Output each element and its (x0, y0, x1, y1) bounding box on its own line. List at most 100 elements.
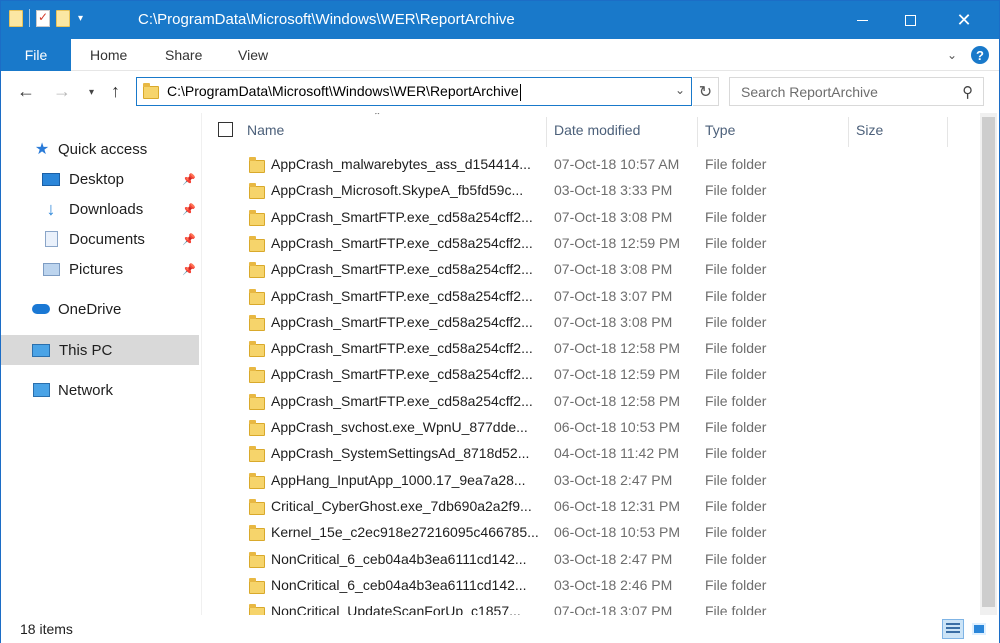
file-type: File folder (705, 392, 767, 409)
help-icon[interactable]: ? (971, 46, 989, 64)
file-row[interactable]: AppCrash_SmartFTP.exe_cd58a254cff2... 07-… (203, 362, 979, 388)
cloud-icon (32, 300, 50, 318)
file-type: File folder (705, 208, 767, 225)
column-header-type[interactable]: Type (705, 122, 735, 138)
properties-icon[interactable] (36, 9, 50, 27)
forward-arrow-icon[interactable]: → (53, 81, 71, 102)
file-row[interactable]: Critical_CyberGhost.exe_7db690a2a2f9... 0… (203, 494, 979, 520)
sidebar-item-quick-access[interactable]: ★ Quick access (1, 134, 199, 164)
column-header-date-modified[interactable]: Date modified (554, 122, 640, 138)
file-row[interactable]: Kernel_15e_c2ec918e27216095c466785... 06-… (203, 520, 979, 546)
pin-icon[interactable]: 📌 (182, 263, 196, 276)
column-header-row: ⌃ Name Date modified Type Size (203, 113, 979, 147)
expand-ribbon-chevron-icon[interactable]: ⌄ (947, 48, 957, 62)
file-row[interactable]: AppCrash_SmartFTP.exe_cd58a254cff2... 07-… (203, 336, 979, 362)
column-divider[interactable] (947, 117, 948, 147)
file-type: File folder (705, 287, 767, 304)
sidebar-item-network[interactable]: Network (1, 375, 199, 405)
column-header-size[interactable]: Size (856, 122, 883, 138)
sidebar-item-this-pc[interactable]: This PC (1, 335, 199, 365)
tab-view[interactable]: View (238, 47, 268, 63)
file-row[interactable]: AppCrash_SmartFTP.exe_cd58a254cff2... 07-… (203, 257, 979, 283)
file-row[interactable]: AppCrash_SmartFTP.exe_cd58a254cff2... 07-… (203, 231, 979, 257)
up-arrow-icon[interactable]: ↑ (111, 81, 120, 102)
file-row[interactable]: AppCrash_Microsoft.SkypeA_fb5fd59c... 03-… (203, 178, 979, 204)
address-text[interactable]: C:\ProgramData\Microsoft\Windows\WER\Rep… (167, 83, 521, 101)
file-row[interactable]: AppHang_InputApp_1000.17_9ea7a28... 03-Oc… (203, 468, 979, 494)
file-row[interactable]: NonCritical_6_ceb04a4b3ea6111cd142... 03-… (203, 547, 979, 573)
details-view-button[interactable] (942, 619, 964, 639)
file-row[interactable]: AppCrash_SmartFTP.exe_cd58a254cff2... 07-… (203, 205, 979, 231)
refresh-icon: ↻ (698, 83, 713, 101)
file-name: AppCrash_SmartFTP.exe_cd58a254cff2... (271, 234, 533, 251)
sidebar-item-onedrive[interactable]: OneDrive (1, 294, 199, 324)
maximize-button[interactable] (887, 1, 933, 39)
scrollbar-thumb[interactable] (982, 117, 995, 607)
file-name: AppCrash_SmartFTP.exe_cd58a254cff2... (271, 261, 533, 278)
pin-icon[interactable]: 📌 (182, 203, 196, 216)
file-row[interactable]: NonCritical_6_ceb04a4b3ea6111cd142... 03-… (203, 573, 979, 599)
column-divider[interactable] (848, 117, 849, 147)
file-date-modified: 07-Oct-18 10:57 AM (554, 156, 680, 172)
file-list: ⌃ Name Date modified Type Size AppCrash_… (203, 113, 979, 615)
customize-toolbar-chevron-icon[interactable]: ▾ (78, 13, 83, 24)
sidebar-item-label: Pictures (69, 260, 124, 278)
title-bar[interactable]: ▾ C:\ProgramData\Microsoft\Windows\WER\R… (1, 1, 999, 39)
navigation-bar: ← → ▾ ↑ C:\ProgramData\Microsoft\Windows… (1, 71, 999, 113)
ribbon-tabs: File Home Share View ⌄ ? (1, 39, 999, 71)
vertical-scrollbar[interactable] (980, 113, 997, 615)
pin-icon[interactable]: 📌 (182, 173, 196, 186)
file-row[interactable]: AppCrash_svchost.exe_WpnU_877dde... 06-Oc… (203, 415, 979, 441)
pin-icon[interactable]: 📌 (182, 233, 196, 246)
new-folder-icon[interactable] (56, 9, 70, 27)
file-type: File folder (705, 576, 767, 593)
sidebar-item-desktop[interactable]: Desktop 📌 (1, 164, 199, 194)
file-name: AppCrash_SmartFTP.exe_cd58a254cff2... (271, 392, 533, 409)
large-icons-view-button[interactable] (968, 619, 990, 639)
file-row[interactable]: AppCrash_malwarebytes_ass_d154414... 07-O… (203, 152, 979, 178)
file-name: Critical_CyberGhost.exe_7db690a2a2f9... (271, 497, 532, 514)
file-type: File folder (705, 445, 767, 462)
sidebar-item-pictures[interactable]: Pictures 📌 (1, 254, 199, 284)
file-row[interactable]: AppCrash_SmartFTP.exe_cd58a254cff2... 07-… (203, 284, 979, 310)
file-row[interactable]: AppCrash_SmartFTP.exe_cd58a254cff2... 07-… (203, 389, 979, 415)
tab-file[interactable]: File (1, 39, 71, 71)
select-all-checkbox[interactable] (218, 122, 233, 137)
sidebar-item-documents[interactable]: Documents 📌 (1, 224, 199, 254)
close-button[interactable]: ✕ (941, 1, 987, 39)
sort-ascending-icon: ⌃ (373, 113, 382, 122)
folder-icon (249, 577, 265, 594)
back-arrow-icon[interactable]: ← (17, 81, 35, 102)
file-name: AppCrash_SmartFTP.exe_cd58a254cff2... (271, 313, 533, 330)
star-icon: ★ (34, 141, 50, 158)
file-date-modified: 06-Oct-18 10:53 PM (554, 524, 681, 541)
recent-locations-chevron-icon[interactable]: ▾ (89, 87, 94, 98)
tab-share[interactable]: Share (165, 47, 202, 63)
file-type: File folder (705, 366, 767, 383)
search-icon[interactable]: ⚲ (962, 83, 973, 101)
file-row[interactable]: NonCritical_UpdateScanForUp_c1857... 07-O… (203, 599, 979, 615)
refresh-button[interactable]: ↻ (693, 77, 719, 106)
column-divider[interactable] (697, 117, 698, 147)
pane-divider[interactable] (201, 113, 202, 615)
column-header-name[interactable]: Name (247, 122, 284, 138)
search-input[interactable] (730, 78, 950, 105)
address-dropdown-chevron-icon[interactable]: ⌄ (675, 83, 685, 97)
search-box[interactable]: ⚲ (729, 77, 984, 106)
computer-icon (32, 341, 50, 359)
sidebar-item-downloads[interactable]: ↓ Downloads 📌 (1, 194, 199, 224)
minimize-button[interactable] (839, 1, 885, 39)
file-name: AppCrash_SmartFTP.exe_cd58a254cff2... (271, 366, 533, 383)
address-bar[interactable]: C:\ProgramData\Microsoft\Windows\WER\Rep… (136, 77, 692, 106)
sidebar-item-label: OneDrive (58, 300, 122, 318)
column-divider[interactable] (546, 117, 547, 147)
folder-icon (249, 235, 265, 252)
file-row[interactable]: AppCrash_SystemSettingsAd_8718d52... 04-O… (203, 441, 979, 467)
folder-icon (249, 262, 265, 279)
file-date-modified: 03-Oct-18 2:47 PM (554, 471, 673, 488)
file-row[interactable]: AppCrash_SmartFTP.exe_cd58a254cff2... 07-… (203, 310, 979, 336)
tab-home[interactable]: Home (90, 47, 127, 63)
file-name: NonCritical_6_ceb04a4b3ea6111cd142... (271, 550, 527, 567)
file-type: File folder (705, 313, 767, 330)
file-date-modified: 07-Oct-18 3:08 PM (554, 313, 673, 330)
